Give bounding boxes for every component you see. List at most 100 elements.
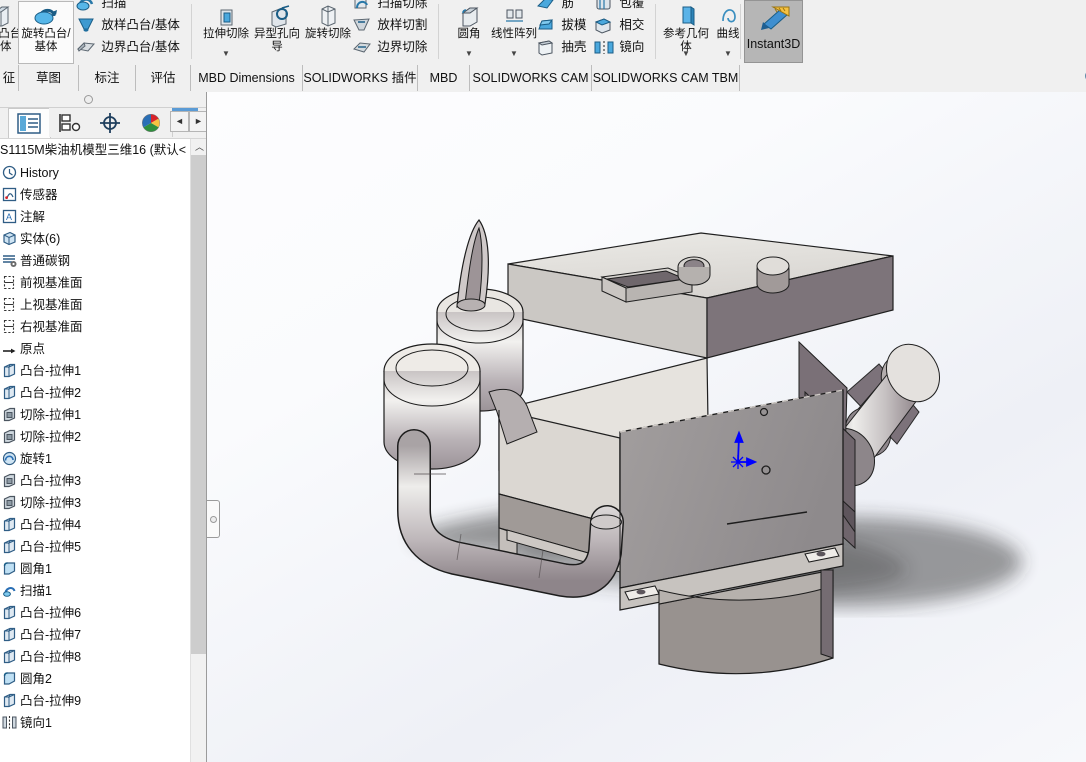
mirror-label: 镜向 xyxy=(619,40,645,54)
revolve-boss-icon xyxy=(19,2,73,28)
design-tree-scrollbar[interactable]: ︿ xyxy=(190,139,207,762)
loft-cut-button[interactable]: 放样切割 xyxy=(352,16,427,37)
viewport-splitter-handle[interactable] xyxy=(207,500,220,538)
tab-scroll-next-label: ► xyxy=(194,116,203,126)
tab-markup[interactable]: 标注 xyxy=(79,65,136,91)
design-tree-item[interactable]: 镜向1 xyxy=(0,711,52,733)
design-tree-item[interactable]: 切除-拉伸1 xyxy=(0,403,81,425)
design-tree-item-label: 圆角1 xyxy=(20,561,52,576)
rib-button[interactable]: 筋 xyxy=(536,0,574,15)
linear-pattern-button[interactable]: 线性阵列 xyxy=(488,2,540,41)
revolve-boss-button[interactable]: 旋转凸台/基体 xyxy=(18,1,74,64)
graphics-viewport[interactable] xyxy=(207,92,1086,762)
instant3d-button[interactable]: Instant3D xyxy=(744,0,803,63)
boundary-boss-button[interactable]: 边界凸台/基体 xyxy=(76,38,180,59)
intersect-button[interactable]: 相交 xyxy=(594,16,644,37)
design-tree-item[interactable]: 上视基准面 xyxy=(0,293,83,315)
sweep-button[interactable]: 扫描 xyxy=(76,0,126,15)
cut-extrude-icon xyxy=(2,407,17,422)
tab-scroll-prev-button[interactable]: ◄ xyxy=(170,111,189,132)
tab-solidworks-addins[interactable]: SOLIDWORKS 插件 xyxy=(303,65,418,91)
tab-solidworks-cam-label: SOLIDWORKS CAM xyxy=(472,71,589,85)
design-tree-item[interactable]: 凸台-拉伸8 xyxy=(0,645,81,667)
design-tree-item[interactable]: 凸台-拉伸6 xyxy=(0,601,81,623)
hole-wizard-icon xyxy=(251,2,303,28)
design-tree-item[interactable]: 圆角2 xyxy=(0,667,52,689)
draft-button[interactable]: 拔模 xyxy=(536,16,586,37)
curves-caret-icon[interactable]: ▼ xyxy=(724,50,732,58)
design-tree-item[interactable]: 凸台-拉伸1 xyxy=(0,359,81,381)
design-tree-item[interactable]: 凸台-拉伸5 xyxy=(0,535,81,557)
design-tree-item[interactable]: 传感器 xyxy=(0,183,58,205)
design-tree-item[interactable]: 圆角1 xyxy=(0,557,52,579)
shell-button[interactable]: 抽壳 xyxy=(536,38,586,59)
linear-pattern-label: 线性阵列 xyxy=(491,28,537,40)
configuration-manager-tab[interactable] xyxy=(90,108,132,137)
extrude-cut-caret-icon[interactable]: ▼ xyxy=(222,50,230,58)
extrude-cut-label: 拉伸切除 xyxy=(203,28,249,40)
design-tree-item[interactable]: 实体(6) xyxy=(0,227,60,249)
tab-scroll-prev-label: ◄ xyxy=(175,116,184,126)
tab-solidworks-cam[interactable]: SOLIDWORKS CAM xyxy=(470,65,592,91)
tab-mbd[interactable]: MBD xyxy=(418,65,470,91)
tab-solidworks-cam-tbm[interactable]: SOLIDWORKS CAM TBM xyxy=(592,65,740,91)
panel-pin-icon[interactable] xyxy=(84,95,93,104)
linear-pattern-icon xyxy=(488,2,540,28)
hole-wizard-label: 异型孔向导 xyxy=(254,28,300,53)
tab-features[interactable]: 征 xyxy=(0,65,19,91)
design-tree-item[interactable]: A 注解 xyxy=(0,205,45,227)
design-tree-item[interactable]: 扫描1 xyxy=(0,579,52,601)
design-tree-item[interactable]: 右视基准面 xyxy=(0,315,83,337)
cut-extrude-icon xyxy=(2,495,17,510)
design-tree-item[interactable]: 切除-拉伸3 xyxy=(0,491,81,513)
origin-icon xyxy=(2,341,17,356)
diesel-engine-3d-model[interactable] xyxy=(207,92,1086,762)
sweep-label: 扫描 xyxy=(101,0,127,10)
boss-extrude-icon xyxy=(2,627,17,642)
design-tree-item[interactable]: 原点 xyxy=(0,337,45,359)
tab-markup-label: 标注 xyxy=(94,71,120,85)
design-tree-item-label: 实体(6) xyxy=(20,231,61,246)
instant3d-icon xyxy=(759,4,793,37)
revolve-cut-button[interactable]: 旋转切除 xyxy=(302,2,354,41)
tab-mbd-dimensions[interactable]: MBD Dimensions xyxy=(191,65,303,91)
scroll-up-button[interactable]: ︿ xyxy=(191,139,207,155)
scrollbar-thumb[interactable] xyxy=(191,155,207,654)
fillet-caret-icon[interactable]: ▼ xyxy=(465,50,473,58)
linear-pattern-caret-icon[interactable]: ▼ xyxy=(510,50,518,58)
design-tree-item-label: 右视基准面 xyxy=(20,319,83,334)
tab-sketch[interactable]: 草图 xyxy=(19,65,79,91)
ribbon-separator-2 xyxy=(438,4,439,59)
design-tree-item[interactable]: 前视基准面 xyxy=(0,271,83,293)
design-tree-item[interactable]: 旋转1 xyxy=(0,447,52,469)
boss-extrude-icon xyxy=(2,539,17,554)
boundary-cut-button[interactable]: 边界切除 xyxy=(352,38,427,59)
sweep-cut-button[interactable]: 扫描切除 xyxy=(352,0,427,15)
design-tree-root-item[interactable]: S1115M柴油机模型三维16 (默认< xyxy=(0,139,191,161)
tab-solidworks-addins-label: SOLIDWORKS 插件 xyxy=(303,71,417,85)
hole-wizard-button[interactable]: 异型孔向导 xyxy=(251,2,303,53)
design-tree-item[interactable]: History xyxy=(0,161,59,183)
property-manager-tab[interactable] xyxy=(49,108,91,137)
ribbon-separator-3 xyxy=(655,4,656,59)
ribbon-group-reference: 参考几何体 ▼ 曲线 ▼ xyxy=(660,0,744,63)
design-tree-item[interactable]: 凸台-拉伸3 xyxy=(0,469,81,491)
feature-manager-design-tree-tab[interactable] xyxy=(8,108,51,138)
design-tree-item[interactable]: 切除-拉伸2 xyxy=(0,425,81,447)
design-tree-item[interactable]: 凸台-拉伸7 xyxy=(0,623,81,645)
display-manager-tab[interactable] xyxy=(131,108,173,137)
svg-text:A: A xyxy=(6,212,12,222)
loft-boss-button[interactable]: 放样凸台/基体 xyxy=(76,16,180,37)
extrude-cut-button[interactable]: 拉伸切除 xyxy=(200,2,252,41)
mirror-button[interactable]: 镜向 xyxy=(594,38,644,59)
command-manager-tabs: 征 草图 标注 评估 MBD Dimensions SOLIDWORKS 插件 … xyxy=(0,65,1086,93)
wrap-button[interactable]: 包覆 xyxy=(594,0,644,15)
design-tree-item[interactable]: 凸台-拉伸2 xyxy=(0,381,81,403)
zoom-to-fit-icon[interactable] xyxy=(1082,66,1086,90)
tab-evaluate[interactable]: 评估 xyxy=(136,65,191,91)
reference-geometry-caret-icon[interactable]: ▼ xyxy=(682,50,690,58)
tab-evaluate-label: 评估 xyxy=(150,71,176,85)
design-tree-item[interactable]: 凸台-拉伸4 xyxy=(0,513,81,535)
design-tree-item[interactable]: 普通碳钢 xyxy=(0,249,70,271)
design-tree-item[interactable]: 凸台-拉伸9 xyxy=(0,689,81,711)
